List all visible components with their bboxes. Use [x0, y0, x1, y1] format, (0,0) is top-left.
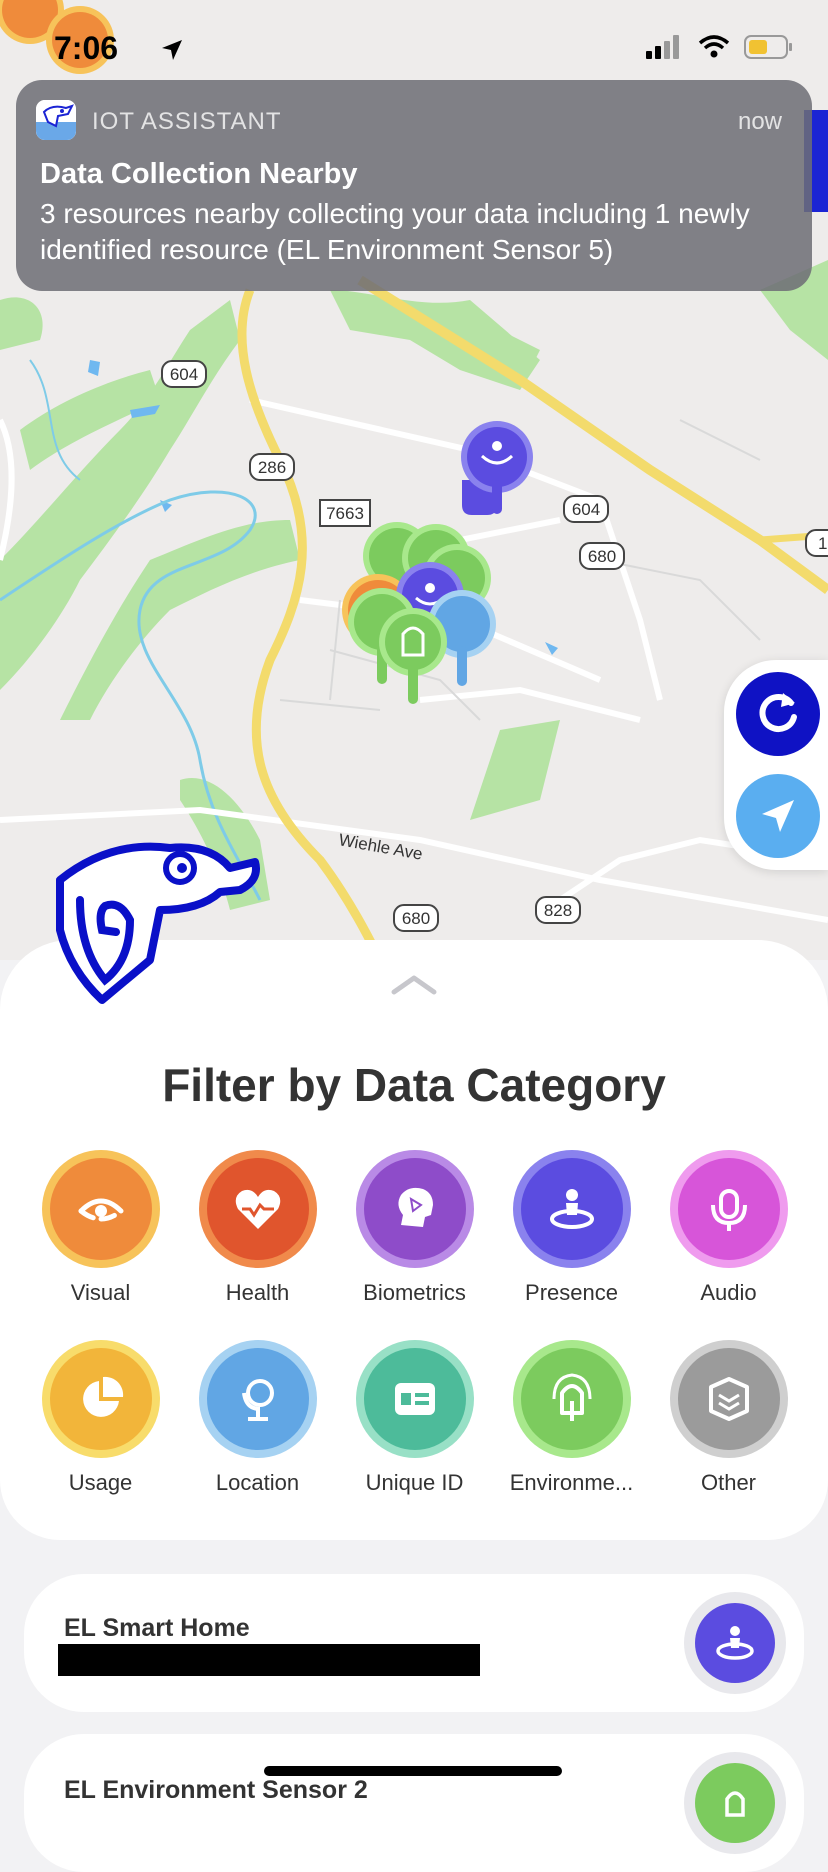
- resource-card[interactable]: EL Smart Home: [24, 1574, 804, 1712]
- category-other[interactable]: Other: [650, 1340, 807, 1496]
- category-grid: Visual Health Biometrics Presence Audio …: [22, 1150, 808, 1496]
- road-shield-19: 19: [818, 534, 828, 553]
- category-health[interactable]: Health: [179, 1150, 336, 1306]
- category-environment[interactable]: Environme...: [493, 1340, 650, 1496]
- person-icon: [716, 1626, 754, 1660]
- globe-icon: [241, 1379, 274, 1421]
- location-arrow-icon: [162, 40, 182, 60]
- redacted-text: [58, 1644, 480, 1676]
- microphone-icon: [710, 1189, 747, 1231]
- person-icon: [549, 1189, 594, 1229]
- battery-icon: [744, 35, 792, 59]
- notification-time: now: [737, 108, 782, 135]
- category-audio[interactable]: Audio: [650, 1150, 807, 1306]
- environment-map-pin: [379, 608, 447, 704]
- presence-map-pin: [461, 421, 533, 515]
- wifi-icon: [698, 35, 730, 58]
- category-location[interactable]: Location: [179, 1340, 336, 1496]
- navigation-arrow-icon: [762, 800, 794, 832]
- road-shield-7663: 7663: [326, 504, 364, 523]
- layers-icon: [708, 1377, 749, 1421]
- pie-icon: [82, 1376, 123, 1417]
- category-label: Visual: [70, 1280, 131, 1305]
- head-icon: [397, 1187, 433, 1227]
- road-shield-604: 604: [170, 365, 198, 384]
- map-controls: [724, 660, 828, 870]
- refresh-button[interactable]: [736, 672, 820, 756]
- app-icon: [36, 100, 76, 140]
- category-label: Unique ID: [365, 1470, 464, 1495]
- category-label: Presence: [525, 1280, 618, 1305]
- notification-body: 3 resources nearby collecting your data …: [40, 198, 750, 265]
- resource-name: EL Environment Sensor 2: [64, 1776, 368, 1804]
- refresh-icon: [759, 693, 797, 732]
- category-usage[interactable]: Usage: [22, 1340, 179, 1496]
- signal-icon: [646, 35, 679, 59]
- category-label: Biometrics: [363, 1280, 466, 1305]
- status-time: 7:06: [54, 30, 119, 66]
- tree-icon: [725, 1791, 745, 1817]
- category-biometrics[interactable]: Biometrics: [336, 1150, 493, 1306]
- category-label: Location: [215, 1470, 300, 1495]
- resource-category-badge: [684, 1592, 786, 1694]
- category-label: Audio: [700, 1280, 757, 1305]
- category-label: Usage: [68, 1470, 133, 1495]
- resource-name: EL Smart Home: [64, 1614, 250, 1642]
- road-shield-680: 680: [588, 547, 616, 566]
- category-presence[interactable]: Presence: [493, 1150, 650, 1306]
- id-card-icon: [394, 1383, 435, 1415]
- tree-icon: [552, 1373, 591, 1421]
- filter-sheet: Filter by Data Category Visual Health Bi…: [0, 940, 828, 1540]
- road-shield-286: 286: [258, 458, 286, 477]
- resource-category-badge: [684, 1752, 786, 1854]
- notification-app-name: IOT ASSISTANT: [92, 108, 282, 135]
- chevron-up-icon[interactable]: [390, 974, 438, 996]
- heart-icon: [235, 1189, 280, 1229]
- category-unique-id[interactable]: Unique ID: [336, 1340, 493, 1496]
- notification-title: Data Collection Nearby: [40, 158, 358, 190]
- resource-card[interactable]: EL Environment Sensor 2: [24, 1734, 804, 1872]
- category-label: Other: [700, 1470, 757, 1495]
- locate-me-button[interactable]: [736, 774, 820, 858]
- category-visual[interactable]: Visual: [22, 1150, 179, 1306]
- road-shield-680b: 680: [402, 909, 430, 928]
- category-label: Health: [225, 1280, 290, 1305]
- chameleon-logo: [56, 842, 260, 1004]
- eye-icon: [78, 1198, 123, 1222]
- home-indicator[interactable]: [264, 1766, 562, 1776]
- filter-heading: Filter by Data Category: [162, 1059, 666, 1111]
- category-label: Environme...: [509, 1470, 634, 1495]
- road-shield-604b: 604: [572, 500, 600, 519]
- notification-banner[interactable]: IOT ASSISTANT now Data Collection Nearby…: [16, 80, 812, 291]
- road-shield-828: 828: [544, 901, 572, 920]
